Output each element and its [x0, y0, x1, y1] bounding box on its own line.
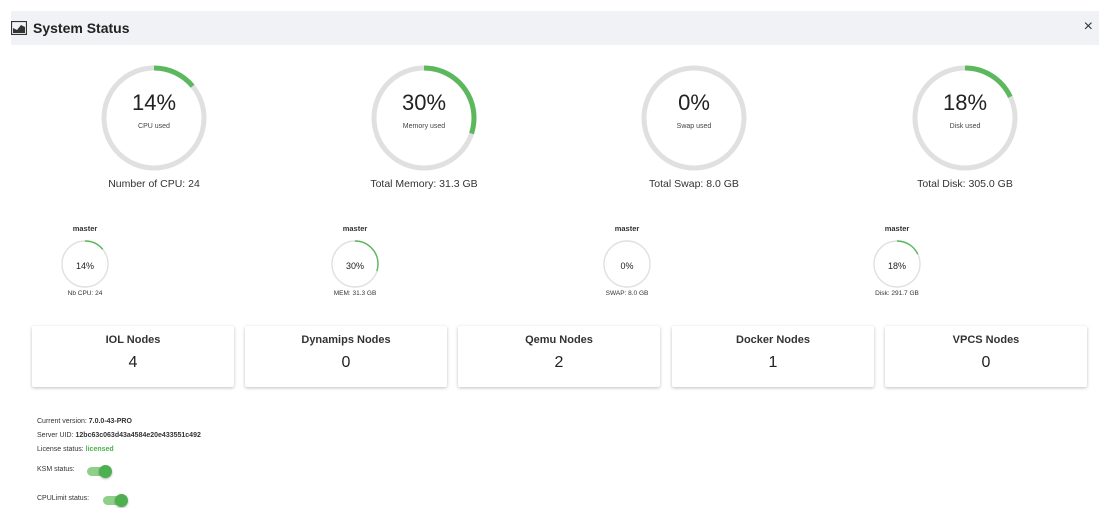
gauge-track [641, 65, 747, 171]
version-value: 7.0.0-43-PRO [88, 418, 132, 425]
node-name: master [72, 224, 98, 233]
node-swap-percent: 0% [620, 261, 634, 271]
card-title: VPCS Nodes [952, 334, 1020, 346]
node-mem-caption: MEM: 31.3 GB [333, 290, 377, 297]
memory-gauge-ring [371, 65, 477, 171]
ksm-label: KSM status: [37, 466, 75, 473]
chart-icon [11, 21, 27, 35]
ksm-row: KSM status: [37, 466, 75, 473]
card-value: 0 [981, 354, 991, 371]
window-title: System Status [33, 20, 130, 36]
disk-caption: Total Disk: 305.0 GB [917, 178, 1013, 190]
disk-percent: 18% [942, 90, 988, 115]
node-swap-caption: SWAP: 8.0 GB [605, 290, 649, 297]
node-cpu-gauge: master 14% [55, 224, 115, 290]
card-title: Docker Nodes [736, 334, 810, 346]
cpulimit-label: CPULimit status: [37, 495, 90, 502]
swap-gauge-ring [641, 65, 747, 171]
iol-nodes-card: IOL Nodes 4 [32, 326, 234, 387]
uid-label: Server UID: [37, 432, 74, 439]
cpulimit-toggle[interactable] [103, 494, 128, 507]
docker-nodes-card: Docker Nodes 1 [672, 326, 874, 387]
memory-gauge: 30% Memory used [364, 58, 484, 178]
version-row: Current version: 7.0.0-43-PRO [37, 418, 132, 425]
license-label: License status: [37, 446, 84, 453]
cpulimit-row: CPULimit status: [37, 495, 89, 502]
card-title: IOL Nodes [105, 334, 161, 346]
license-value: licensed [85, 446, 114, 453]
card-value: 1 [768, 354, 778, 371]
node-name: master [884, 224, 910, 233]
swap-sub-label: Swap used [676, 123, 712, 130]
version-label: Current version: [37, 418, 87, 425]
uid-row: Server UID: 12bc63c063d43a4584e20e433551… [37, 432, 201, 439]
node-name: master [342, 224, 368, 233]
card-value: 2 [554, 354, 564, 371]
ksm-toggle-knob [99, 465, 112, 478]
swap-gauge: 0% Swap used [634, 58, 754, 178]
disk-gauge-ring [912, 65, 1018, 171]
node-cpu-caption: Nb CPU: 24 [67, 290, 103, 297]
memory-caption: Total Memory: 31.3 GB [370, 178, 478, 190]
node-mem-gauge: master 30% [325, 224, 385, 290]
card-title: Dynamips Nodes [301, 334, 391, 346]
node-disk-gauge: master 18% [867, 224, 927, 290]
cpu-caption: Number of CPU: 24 [108, 178, 200, 190]
swap-caption: Total Swap: 8.0 GB [649, 178, 739, 190]
close-icon[interactable]: × [1084, 18, 1093, 36]
dynamips-nodes-card: Dynamips Nodes 0 [245, 326, 447, 387]
cpu-gauge-ring [101, 65, 207, 171]
card-value: 0 [341, 354, 351, 371]
qemu-nodes-card: Qemu Nodes 2 [458, 326, 660, 387]
memory-percent: 30% [401, 90, 447, 115]
disk-sub-label: Disk used [949, 123, 981, 130]
node-disk-caption: Disk: 291.7 GB [875, 290, 919, 297]
node-disk-percent: 18% [887, 261, 906, 271]
cpu-gauge: 14% CPU used [94, 58, 214, 178]
cpu-sub-label: CPU used [138, 123, 170, 130]
card-value: 4 [128, 354, 138, 371]
node-cpu-percent: 14% [75, 261, 94, 271]
disk-gauge: 18% Disk used [905, 58, 1025, 178]
window-header: System Status × [11, 11, 1099, 45]
vpcs-nodes-card: VPCS Nodes 0 [885, 326, 1087, 387]
node-mem-percent: 30% [345, 261, 364, 271]
node-swap-gauge: master 0% [597, 224, 657, 290]
uid-value: 12bc63c063d43a4584e20e433551c492 [75, 432, 201, 439]
swap-percent: 0% [678, 90, 710, 115]
cpu-percent: 14% [131, 90, 177, 115]
node-name: master [614, 224, 640, 233]
card-title: Qemu Nodes [525, 334, 593, 346]
license-row: License status: licensed [37, 446, 114, 453]
ksm-toggle[interactable] [87, 465, 112, 478]
memory-sub-label: Memory used [402, 123, 446, 130]
cpulimit-toggle-knob [115, 494, 128, 507]
